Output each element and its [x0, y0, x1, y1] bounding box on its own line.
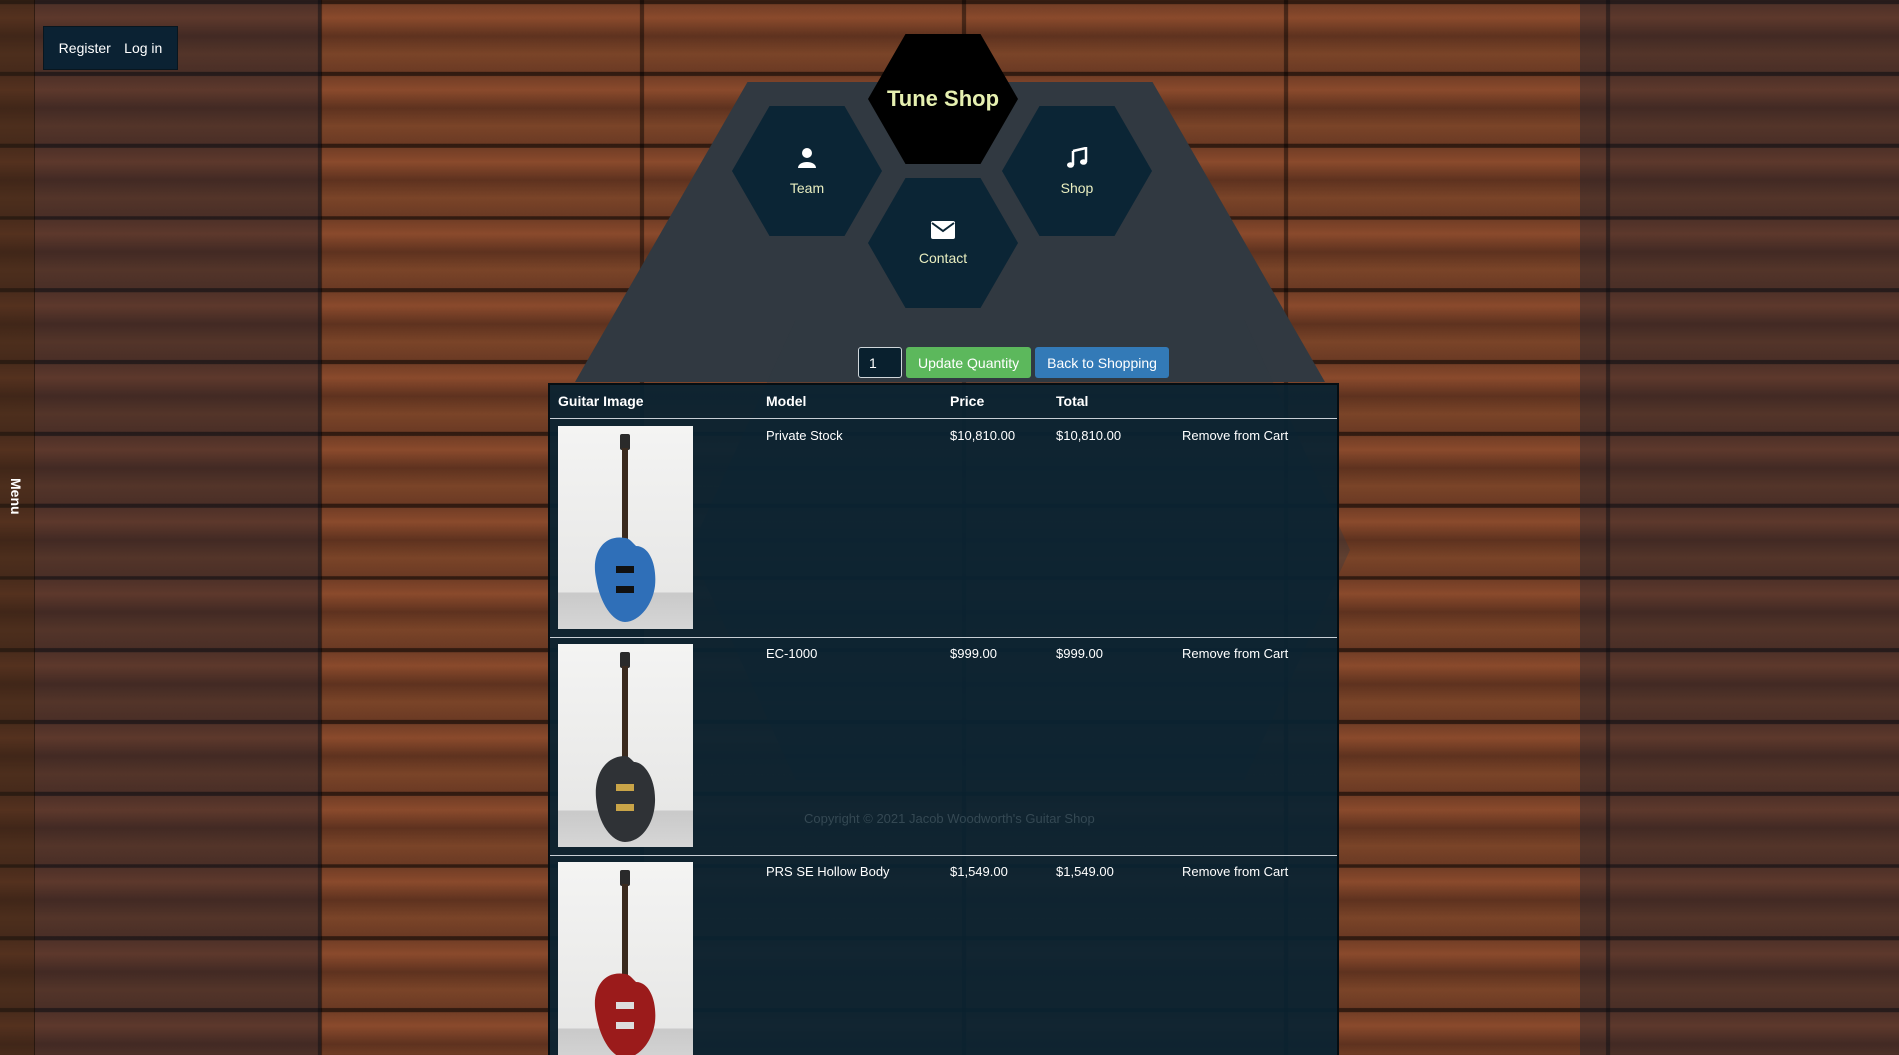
brand-title: Tune Shop: [886, 86, 1000, 111]
column-header-total: Total: [1056, 393, 1089, 409]
item-model: PRS SE Hollow Body: [766, 864, 890, 879]
side-menu-label: Menu: [8, 478, 24, 515]
column-header-price: Price: [950, 393, 985, 409]
guitar-image: [558, 644, 693, 847]
register-link[interactable]: Register: [59, 40, 111, 56]
item-price: $999.00: [950, 646, 997, 661]
guitar-image: [558, 426, 693, 629]
login-link[interactable]: Log in: [124, 40, 162, 56]
column-header-model: Model: [766, 393, 807, 409]
quantity-input[interactable]: [858, 347, 902, 378]
cart-controls: Update Quantity Back to Shopping: [858, 347, 1169, 378]
user-icon: [797, 147, 817, 172]
music-note-icon: [1066, 145, 1088, 172]
cart-table: Guitar Image Model Price Total Private S…: [548, 383, 1339, 1055]
item-total: $1,549.00: [1056, 864, 1114, 879]
remove-from-cart-link[interactable]: Remove from Cart: [1182, 646, 1288, 661]
column-header-image: Guitar Image: [558, 393, 644, 409]
back-to-shopping-button[interactable]: Back to Shopping: [1035, 347, 1169, 378]
background-shade-right: [1580, 0, 1899, 1055]
cart-table-header: Guitar Image Model Price Total: [550, 385, 1337, 419]
item-model: EC-1000: [766, 646, 818, 661]
update-quantity-button[interactable]: Update Quantity: [906, 347, 1032, 378]
nav-contact-label: Contact: [918, 249, 968, 266]
item-total: $999.00: [1056, 646, 1103, 661]
cart-row: PRS SE Hollow Body $1,549.00 $1,549.00 R…: [550, 856, 1337, 1055]
nav-team-label: Team: [789, 179, 825, 196]
nav-shop-label: Shop: [1060, 179, 1094, 196]
guitar-illustration: [594, 434, 656, 622]
item-price: $10,810.00: [950, 428, 1016, 443]
item-total: $10,810.00: [1056, 428, 1122, 443]
envelope-icon: [931, 220, 955, 242]
footer-copyright: Copyright © 2021 Jacob Woodworth's Guita…: [804, 811, 1095, 826]
cart-row: Private Stock $10,810.00 $10,810.00 Remo…: [550, 420, 1337, 638]
guitar-image: [558, 862, 693, 1055]
auth-box: Register Log in: [43, 26, 178, 70]
item-price: $1,549.00: [950, 864, 1008, 879]
guitar-illustration: [594, 870, 656, 1055]
side-menu-tab[interactable]: Menu: [0, 0, 35, 1055]
item-model: Private Stock: [766, 428, 843, 443]
guitar-illustration: [595, 652, 656, 842]
remove-from-cart-link[interactable]: Remove from Cart: [1182, 864, 1288, 879]
background-shade-left: [35, 0, 321, 1055]
remove-from-cart-link[interactable]: Remove from Cart: [1182, 428, 1288, 443]
